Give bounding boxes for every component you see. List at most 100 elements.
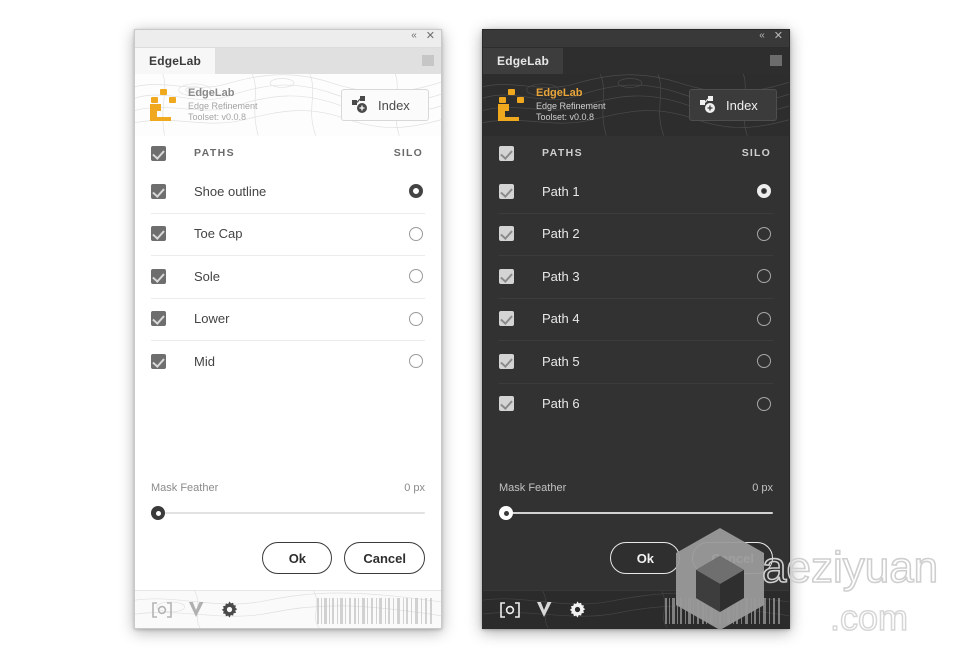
row-checkbox[interactable] xyxy=(499,268,514,284)
close-icon[interactable]: ✕ xyxy=(774,31,783,42)
table-row[interactable]: Path 6 xyxy=(483,382,789,426)
silo-radio[interactable] xyxy=(409,311,423,326)
table-row[interactable]: Toe Cap xyxy=(135,212,441,256)
mask-feather-value: 0 px xyxy=(752,482,773,494)
gear-icon[interactable] xyxy=(569,601,586,618)
v-check-icon[interactable] xyxy=(187,601,207,619)
row-label: Mid xyxy=(194,353,215,369)
row-label: Lower xyxy=(194,311,230,327)
ok-button[interactable]: Ok xyxy=(262,542,333,574)
table-row[interactable]: Lower xyxy=(135,297,441,341)
row-checkbox[interactable] xyxy=(499,396,514,412)
row-checkbox[interactable] xyxy=(151,226,166,242)
edgelab-panel-dark: « ✕ EdgeLab EdgeLab Edge Refinement Tool… xyxy=(482,29,790,629)
statusbar-dark xyxy=(483,590,789,628)
slider-handle[interactable] xyxy=(499,506,513,520)
silo-radio[interactable] xyxy=(409,226,423,241)
bracket-circle-icon[interactable] xyxy=(151,601,173,618)
tab-edgelab[interactable]: EdgeLab xyxy=(483,48,564,74)
row-label: Sole xyxy=(194,268,221,284)
silo-radio[interactable] xyxy=(757,396,771,411)
brand-subtitle-2: Toolset: v0.0.8 xyxy=(188,111,247,122)
add-nodes-icon xyxy=(700,96,715,113)
gear-icon[interactable] xyxy=(221,601,238,618)
index-button-label: Index xyxy=(726,97,758,113)
watermark-text: aeziyuan .com xyxy=(762,542,939,639)
mask-feather-slider[interactable] xyxy=(499,502,773,524)
barcode-graphic xyxy=(317,598,432,624)
mask-feather-control-light: Mask Feather 0 px xyxy=(135,482,441,524)
select-all-checkbox[interactable] xyxy=(151,145,166,161)
silo-radio[interactable] xyxy=(409,354,423,369)
ok-button[interactable]: Ok xyxy=(610,542,681,574)
slider-track xyxy=(158,512,425,514)
brand-title: EdgeLab xyxy=(188,86,235,99)
brand-subtitle-1: Edge Refinement xyxy=(536,100,606,111)
brand-banner-dark: EdgeLab Edge Refinement Toolset: v0.0.8 … xyxy=(483,74,789,136)
table-row[interactable]: Mid xyxy=(135,340,441,383)
brand-block-dark: EdgeLab Edge Refinement Toolset: v0.0.8 xyxy=(497,87,606,123)
table-row[interactable]: Shoe outline xyxy=(135,170,441,213)
table-row[interactable]: Path 5 xyxy=(483,340,789,383)
cancel-button[interactable]: Cancel xyxy=(692,542,773,574)
tab-edgelab[interactable]: EdgeLab xyxy=(135,48,216,74)
brand-text-dark: EdgeLab Edge Refinement Toolset: v0.0.8 xyxy=(536,87,606,123)
column-header-paths: PATHS xyxy=(194,147,236,159)
close-icon[interactable]: ✕ xyxy=(426,31,435,42)
table-row[interactable]: Path 3 xyxy=(483,255,789,298)
statusbar-light xyxy=(135,590,441,628)
table-row[interactable]: Path 1 xyxy=(483,170,789,213)
row-checkbox[interactable] xyxy=(499,183,514,199)
brand-title: EdgeLab xyxy=(536,86,583,99)
silo-radio[interactable] xyxy=(757,354,771,369)
column-header-silo: SILO xyxy=(393,147,423,159)
row-checkbox[interactable] xyxy=(151,268,166,284)
index-button[interactable]: Index xyxy=(689,89,777,121)
paths-list-light: PATHS SILO Shoe outline Toe Cap Sole Low xyxy=(135,136,441,482)
screenshot-canvas: « ✕ EdgeLab EdgeLab Edge Refinement Tool… xyxy=(0,0,960,668)
row-label: Shoe outline xyxy=(194,183,267,199)
brand-banner-light: EdgeLab Edge Refinement Toolset: v0.0.8 xyxy=(135,74,441,136)
table-row[interactable]: Path 2 xyxy=(483,212,789,256)
window-controls-dark: « ✕ xyxy=(759,31,783,42)
row-label: Toe Cap xyxy=(194,226,243,242)
table-row[interactable]: Path 4 xyxy=(483,297,789,341)
titlebar-dark: « ✕ xyxy=(483,30,789,48)
select-all-checkbox[interactable] xyxy=(499,145,514,161)
silo-radio[interactable] xyxy=(757,184,771,199)
row-checkbox[interactable] xyxy=(499,311,514,327)
row-checkbox[interactable] xyxy=(151,311,166,327)
bracket-circle-icon[interactable] xyxy=(499,601,521,618)
silo-radio[interactable] xyxy=(757,226,771,241)
row-label: Path 5 xyxy=(542,353,580,369)
titlebar-light: « ✕ xyxy=(135,30,441,48)
table-row[interactable]: Sole xyxy=(135,255,441,298)
index-button[interactable]: Index xyxy=(341,89,429,121)
collapse-icon[interactable]: « xyxy=(411,31,416,41)
panel-menu-icon[interactable] xyxy=(770,55,782,66)
window-controls-light: « ✕ xyxy=(411,31,435,42)
tabstrip-light: EdgeLab xyxy=(135,48,441,74)
slider-track xyxy=(506,512,773,514)
silo-radio[interactable] xyxy=(409,269,423,284)
list-header-row: PATHS SILO xyxy=(135,136,441,170)
edgelab-panel-light: « ✕ EdgeLab EdgeLab Edge Refinement Tool… xyxy=(134,29,442,629)
panel-menu-icon[interactable] xyxy=(422,55,434,66)
row-checkbox[interactable] xyxy=(151,183,166,199)
collapse-icon[interactable]: « xyxy=(759,31,764,41)
cancel-button[interactable]: Cancel xyxy=(344,542,425,574)
row-checkbox[interactable] xyxy=(151,353,166,369)
mask-feather-labels: Mask Feather 0 px xyxy=(151,482,425,494)
mask-feather-slider[interactable] xyxy=(151,502,425,524)
slider-handle[interactable] xyxy=(151,506,165,520)
mask-feather-value: 0 px xyxy=(404,482,425,494)
brand-subtitle-1: Edge Refinement xyxy=(188,100,258,111)
dialog-actions-dark: Ok Cancel xyxy=(483,524,789,590)
silo-radio[interactable] xyxy=(757,311,771,326)
silo-radio[interactable] xyxy=(757,269,771,284)
row-checkbox[interactable] xyxy=(499,353,514,369)
v-check-icon[interactable] xyxy=(535,601,555,619)
silo-radio[interactable] xyxy=(409,184,423,199)
dialog-actions-light: Ok Cancel xyxy=(135,524,441,590)
row-checkbox[interactable] xyxy=(499,226,514,242)
